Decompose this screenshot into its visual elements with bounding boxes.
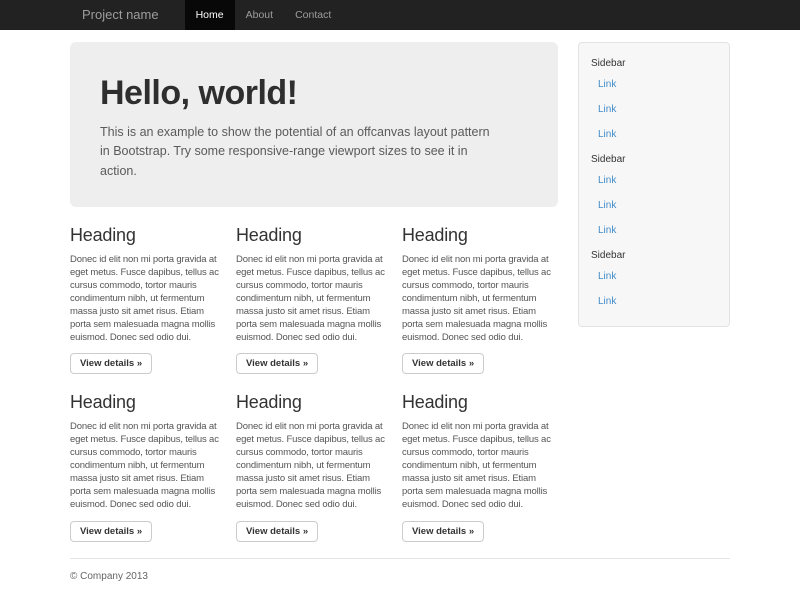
view-details-button[interactable]: View details »: [402, 353, 484, 374]
sidebar-link[interactable]: Link: [579, 168, 729, 193]
footer-divider: [70, 558, 730, 559]
content-row: Hello, world! This is an example to show…: [70, 30, 730, 542]
nav-item-home[interactable]: Home: [185, 0, 235, 30]
nav-item-contact[interactable]: Contact: [284, 0, 342, 30]
card-heading: Heading: [402, 392, 558, 413]
card-heading: Heading: [70, 225, 226, 246]
copyright-text: © Company 2013: [70, 571, 730, 582]
page-footer: © Company 2013: [70, 571, 730, 582]
card-body-text: Donec id elit non mi porta gravida at eg…: [70, 254, 226, 344]
card-body-text: Donec id elit non mi porta gravida at eg…: [236, 254, 392, 344]
sidebar-heading: Sidebar: [579, 51, 729, 72]
jumbotron-title: Hello, world!: [100, 74, 528, 113]
sidebar-link[interactable]: Link: [579, 218, 729, 243]
sidebar-group-3: Sidebar Link Link: [579, 243, 729, 314]
navbar-container: Project name Home About Contact: [70, 0, 730, 30]
cards-row-1: Heading Donec id elit non mi porta gravi…: [70, 213, 558, 374]
card-body-text: Donec id elit non mi porta gravida at eg…: [236, 421, 392, 511]
card: Heading Donec id elit non mi porta gravi…: [402, 380, 558, 541]
sidebar-link[interactable]: Link: [579, 97, 729, 122]
card-body-text: Donec id elit non mi porta gravida at eg…: [70, 421, 226, 511]
page-container: Hello, world! This is an example to show…: [70, 30, 730, 582]
sidebar-link[interactable]: Link: [579, 72, 729, 97]
sidebar-group-1: Sidebar Link Link Link: [579, 51, 729, 147]
card-body-text: Donec id elit non mi porta gravida at eg…: [402, 254, 558, 344]
card: Heading Donec id elit non mi porta gravi…: [236, 213, 392, 374]
view-details-button[interactable]: View details »: [236, 521, 318, 542]
card-body-text: Donec id elit non mi porta gravida at eg…: [402, 421, 558, 511]
card-heading: Heading: [236, 225, 392, 246]
sidebar-link[interactable]: Link: [579, 289, 729, 314]
card: Heading Donec id elit non mi porta gravi…: [402, 213, 558, 374]
view-details-button[interactable]: View details »: [70, 353, 152, 374]
view-details-button[interactable]: View details »: [402, 521, 484, 542]
navbar-nav: Home About Contact: [185, 0, 343, 30]
sidebar-link[interactable]: Link: [579, 264, 729, 289]
main-content: Hello, world! This is an example to show…: [70, 30, 558, 542]
sidebar-link[interactable]: Link: [579, 193, 729, 218]
jumbotron-description: This is an example to show the potential…: [100, 123, 500, 181]
navbar-brand[interactable]: Project name: [70, 0, 171, 30]
jumbotron: Hello, world! This is an example to show…: [70, 42, 558, 207]
sidebar-heading: Sidebar: [579, 243, 729, 264]
card: Heading Donec id elit non mi porta gravi…: [70, 380, 226, 541]
sidebar: Sidebar Link Link Link Sidebar Link Link…: [578, 42, 730, 327]
card-heading: Heading: [236, 392, 392, 413]
card-heading: Heading: [402, 225, 558, 246]
card: Heading Donec id elit non mi porta gravi…: [236, 380, 392, 541]
cards-row-2: Heading Donec id elit non mi porta gravi…: [70, 380, 558, 541]
nav-item-about[interactable]: About: [235, 0, 284, 30]
card: Heading Donec id elit non mi porta gravi…: [70, 213, 226, 374]
sidebar-link[interactable]: Link: [579, 122, 729, 147]
sidebar-group-2: Sidebar Link Link Link: [579, 147, 729, 243]
card-heading: Heading: [70, 392, 226, 413]
view-details-button[interactable]: View details »: [236, 353, 318, 374]
view-details-button[interactable]: View details »: [70, 521, 152, 542]
sidebar-heading: Sidebar: [579, 147, 729, 168]
top-navbar: Project name Home About Contact: [0, 0, 800, 30]
